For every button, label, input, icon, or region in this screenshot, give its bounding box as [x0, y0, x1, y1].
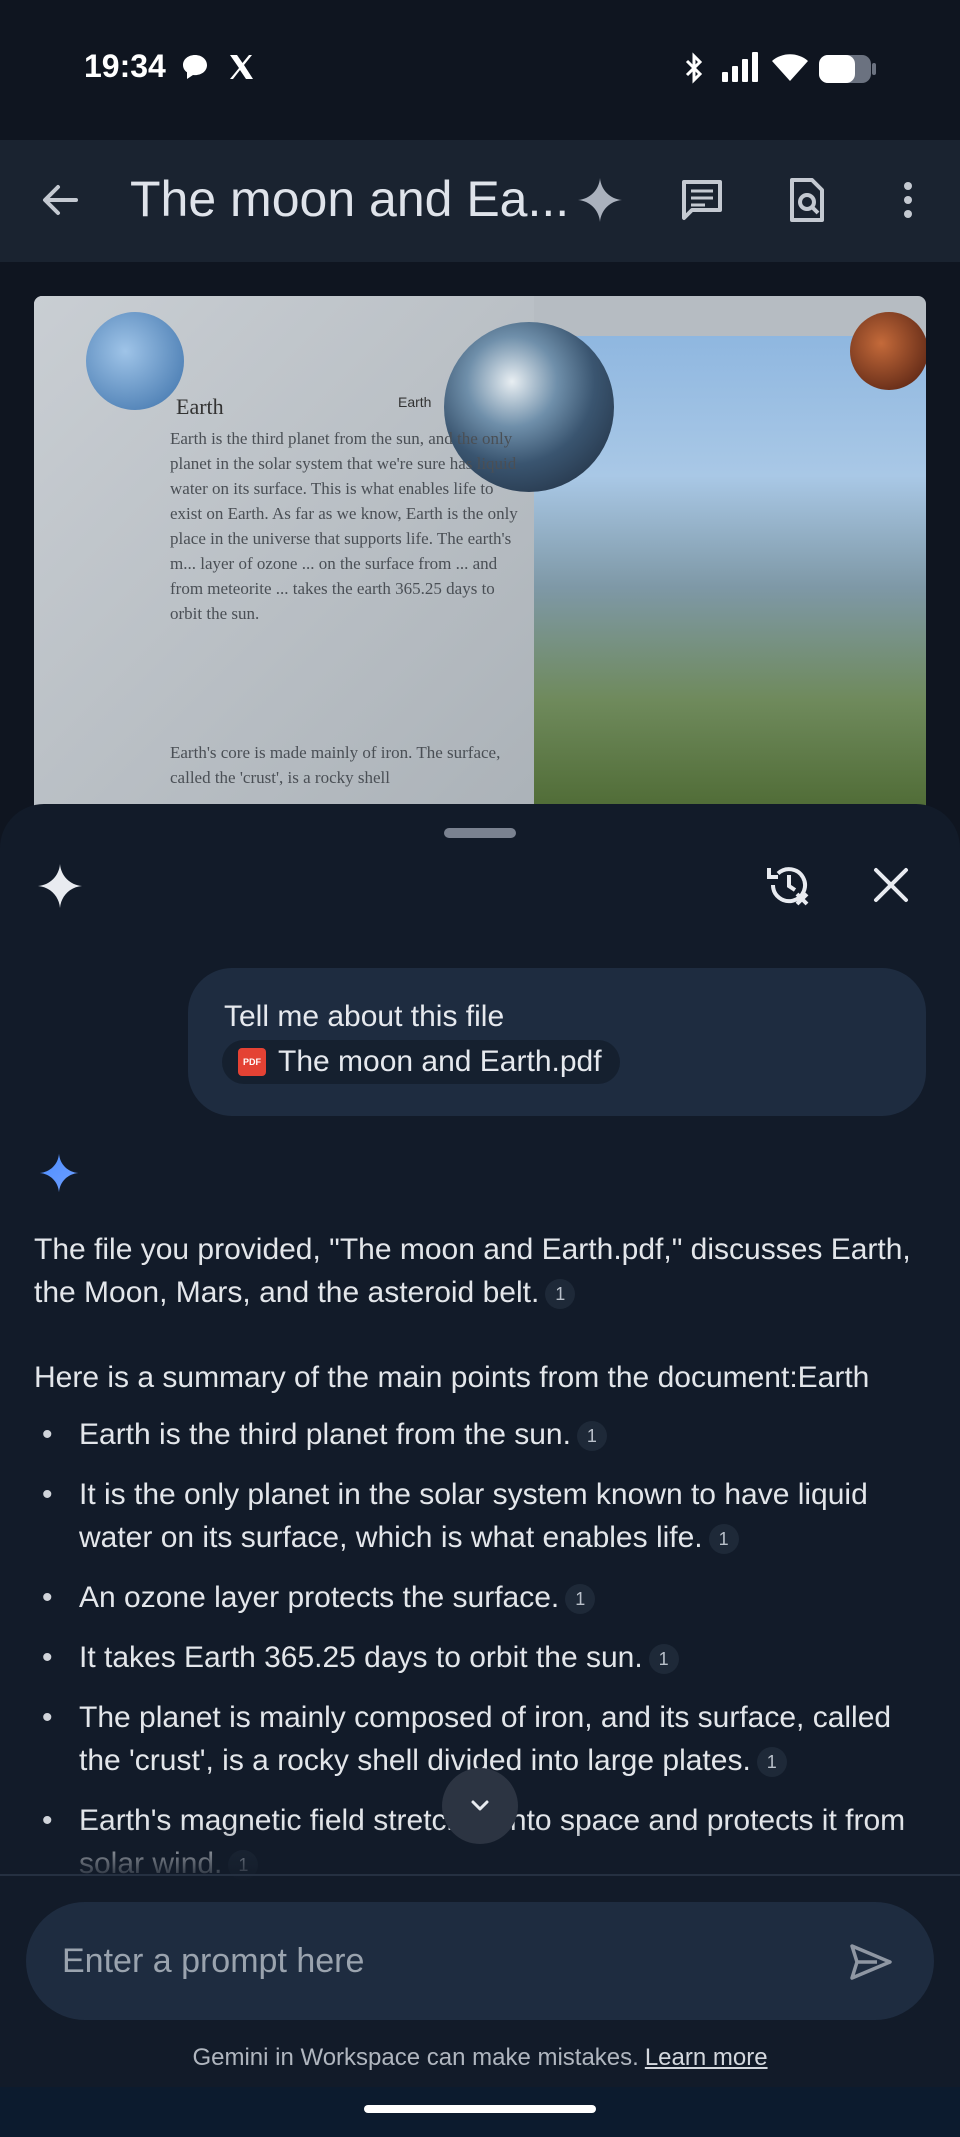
signal-icon	[720, 52, 760, 87]
document-viewer[interactable]: Earth Earth Earth is the third planet fr…	[0, 262, 960, 822]
citation-chip[interactable]: 1	[708, 1524, 739, 1555]
navigation-bar	[0, 2087, 960, 2137]
status-time: 19:34	[84, 48, 166, 84]
list-item: An ozone layer protects the surface.1	[34, 1576, 934, 1619]
document-page-image: Earth Earth Earth is the third planet fr…	[34, 296, 926, 822]
page-body-text-2: Earth's core is made mainly of iron. The…	[170, 743, 501, 787]
list-item: It is the only planet in the solar syste…	[34, 1473, 934, 1559]
back-arrow-icon[interactable]	[36, 176, 84, 224]
citation-chip[interactable]: 1	[545, 1279, 576, 1310]
attachment-file-name: The moon and Earth.pdf	[278, 1045, 602, 1078]
neptune-image	[86, 312, 184, 410]
gemini-panel: Tell me about this file PDF The moon and…	[0, 804, 960, 2137]
disclaimer: Gemini in Workspace can make mistakes. Le…	[0, 2044, 960, 2072]
gemini-sparkle-icon	[36, 862, 84, 915]
attachment-chip[interactable]: PDF The moon and Earth.pdf	[222, 1040, 620, 1084]
disclaimer-text: Gemini in Workspace can make mistakes.	[192, 2044, 639, 2071]
user-message-bubble: Tell me about this file PDF The moon and…	[188, 968, 926, 1116]
wifi-icon	[770, 52, 810, 87]
home-indicator[interactable]	[364, 2105, 596, 2113]
status-bar: 19:34	[0, 0, 960, 140]
page-body-text: Earth is the third planet from the sun, …	[170, 429, 518, 623]
more-vert-icon[interactable]	[884, 176, 932, 224]
list-item: Earth is the third planet from the sun.1	[34, 1413, 934, 1456]
history-clear-icon[interactable]	[764, 860, 814, 915]
gemini-response-icon	[38, 1152, 80, 1199]
page-running-header: Earth	[398, 394, 432, 410]
page-heading: Earth	[176, 394, 224, 419]
learn-more-link[interactable]: Learn more	[645, 2044, 768, 2071]
response-summary-heading: Here is a summary of the main points fro…	[34, 1361, 870, 1394]
bluetooth-icon	[682, 52, 706, 89]
list-item: It takes Earth 365.25 days to orbit the …	[34, 1636, 934, 1679]
divider	[0, 1874, 960, 1876]
document-search-icon[interactable]	[782, 176, 830, 224]
chevron-down-icon	[471, 1800, 489, 1811]
user-message-text: Tell me about this file	[224, 1000, 505, 1033]
battery-icon	[818, 54, 878, 89]
close-icon[interactable]	[868, 862, 914, 913]
chat-bubble-icon	[180, 52, 210, 87]
send-icon[interactable]	[844, 1936, 896, 1988]
comment-icon[interactable]	[678, 176, 726, 224]
prompt-box[interactable]	[26, 1902, 934, 2020]
mars-image	[850, 312, 926, 390]
x-logo-icon	[226, 52, 256, 87]
drag-handle[interactable]	[444, 828, 516, 838]
citation-chip[interactable]: 1	[565, 1584, 596, 1615]
citation-chip[interactable]: 1	[756, 1747, 787, 1778]
document-title: The moon and Ea...	[130, 171, 570, 227]
prompt-input[interactable]	[60, 1930, 824, 1992]
response-intro: The file you provided, "The moon and Ear…	[34, 1233, 911, 1310]
pdf-file-icon: PDF	[238, 1048, 266, 1076]
app-bar: The moon and Ea...	[0, 140, 960, 262]
scroll-down-button[interactable]	[442, 1768, 518, 1844]
gemini-sparkle-icon[interactable]	[576, 176, 624, 224]
citation-chip[interactable]: 1	[648, 1644, 679, 1675]
citation-chip[interactable]: 1	[576, 1421, 607, 1452]
